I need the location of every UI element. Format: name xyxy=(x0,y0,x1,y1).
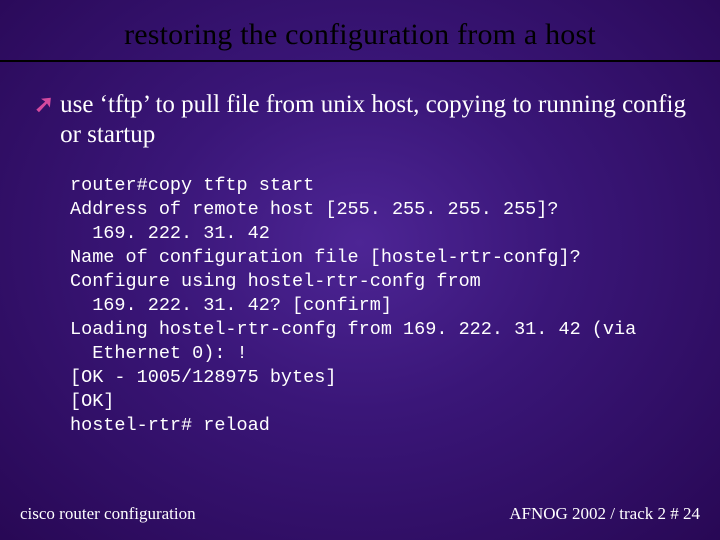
content-area: ➚ use ‘tftp’ to pull file from unix host… xyxy=(0,62,720,438)
footer-right: AFNOG 2002 / track 2 # 24 xyxy=(509,504,700,524)
slide-title: restoring the configuration from a host xyxy=(0,18,720,52)
footer-left: cisco router configuration xyxy=(20,504,196,524)
arrow-icon: ➚ xyxy=(34,91,54,119)
terminal-block: router#copy tftp start Address of remote… xyxy=(70,174,686,438)
footer: cisco router configuration AFNOG 2002 / … xyxy=(0,504,720,524)
bullet-text: use ‘tftp’ to pull file from unix host, … xyxy=(60,90,686,150)
title-area: restoring the configuration from a host xyxy=(0,0,720,62)
bullet-row: ➚ use ‘tftp’ to pull file from unix host… xyxy=(34,90,686,150)
